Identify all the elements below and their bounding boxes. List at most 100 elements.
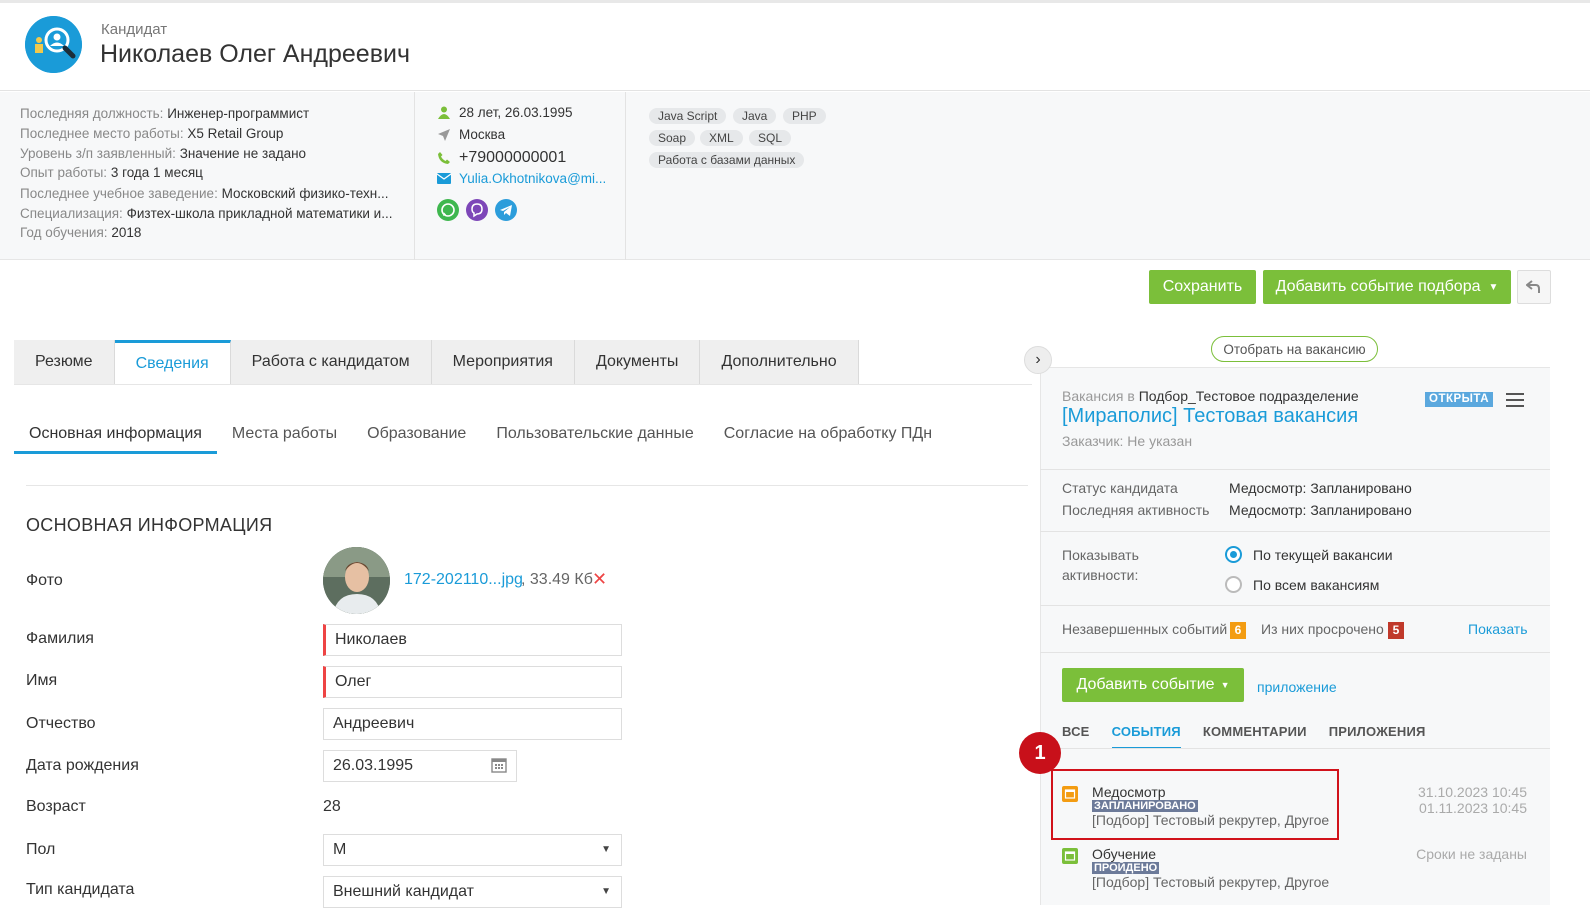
info-row-position: Последняя должность: Инженер-программист [20,106,310,121]
telegram-icon[interactable] [495,199,517,221]
column-divider [625,92,626,260]
overdue-count-badge: 5 [1388,622,1404,639]
whatsapp-icon[interactable] [437,199,459,221]
event-tab-all[interactable]: ВСЕ [1062,724,1090,749]
lastname-label: Фамилия [26,630,94,647]
skill-tag: Java [733,108,777,124]
event-date-start: 31.10.2023 10:45 [1418,784,1527,800]
event-tabs-divider [1040,748,1550,749]
main-tabs: Резюме Сведения Работа с кандидатом Меро… [14,340,859,384]
panel-divider [1040,605,1550,606]
contact-email[interactable]: Yulia.Okhotnikova@mi... [437,171,606,186]
caret-down-icon: ▼ [601,886,611,897]
highlight-number-badge: 1 [1019,732,1061,774]
birthdate-field[interactable]: 26.03.1995 [323,750,517,782]
last-activity-label: Последняя активность [1062,502,1210,518]
subtab-education[interactable]: Образование [352,417,481,454]
radio-all-label: По всем вакансиям [1253,577,1380,593]
info-row-workplace: Последнее место работы: X5 Retail Group [20,126,284,141]
show-link[interactable]: Показать [1468,621,1528,637]
tab-events[interactable]: Мероприятия [431,340,575,384]
attachment-link[interactable]: приложение [1257,679,1337,695]
skill-tag: Работа с базами данных [649,152,805,168]
photo-label: Фото [26,572,63,589]
tab-details[interactable]: Сведения [114,340,231,384]
tab-documents[interactable]: Документы [574,340,701,384]
birthdate-label: Дата рождения [26,757,139,774]
calendar-event-icon [1062,848,1078,864]
middlename-field[interactable]: Андреевич [323,708,622,740]
tab-additional[interactable]: Дополнительно [700,340,859,384]
skill-tag: Soap [649,130,696,146]
candidate-name: Николаев Олег Андреевич [100,40,410,68]
overdue-label: Из них просрочено [1261,621,1384,637]
caret-down-icon: ▼ [1488,281,1499,293]
save-button[interactable]: Сохранить [1149,270,1256,304]
contact-phone[interactable]: +79000000001 [437,149,566,167]
caret-down-icon: ▼ [601,844,611,855]
photo-file-link[interactable]: 172-202110...jpg [404,571,523,589]
add-event-button[interactable]: Добавить событие ▼ [1062,668,1244,702]
vacancy-title-link[interactable]: [Мираполис] Тестовая вакансия [1062,405,1358,428]
undo-button[interactable] [1517,270,1551,304]
middlename-label: Отчество [26,715,96,732]
gender-select[interactable]: М ▼ [323,834,622,866]
type-select[interactable]: Внешний кандидат ▼ [323,876,622,908]
firstname-field[interactable]: Олег [323,666,622,698]
event-tabs: ВСЕ СОБЫТИЯ КОММЕНТАРИИ ПРИЛОЖЕНИЯ [1062,724,1426,749]
event-tab-attachments[interactable]: ПРИЛОЖЕНИЯ [1329,724,1426,749]
last-activity-value: Медосмотр: Запланировано [1229,502,1412,518]
status-label: Статус кандидата [1062,480,1178,496]
age-value: 28 [323,798,341,815]
location-arrow-icon [437,128,451,142]
skill-tag: PHP [783,108,826,124]
unfinished-count-badge: 6 [1230,622,1246,639]
info-row-specialization: Специализация: Физтех-школа прикладной м… [20,206,393,221]
skill-tag: SQL [749,130,792,146]
radio-current-vacancy[interactable] [1225,546,1242,563]
collapse-panel-button[interactable]: › [1024,346,1052,374]
mail-icon [437,172,451,186]
gender-label: Пол [26,841,56,858]
type-label: Тип кандидата [26,881,135,898]
tab-resume[interactable]: Резюме [14,340,115,384]
tab-candidate-work[interactable]: Работа с кандидатом [230,340,432,384]
info-row-study-year: Год обучения: 2018 [20,225,142,240]
subtab-workplaces[interactable]: Места работы [217,417,352,454]
subtab-consent[interactable]: Согласие на обработку ПДн [709,417,947,454]
entity-caption: Кандидат [101,21,168,38]
skill-tag: XML [700,130,743,146]
pick-for-vacancy-button[interactable]: Отобрать на вакансию [1211,336,1378,362]
lastname-field[interactable]: Николаев [323,624,622,656]
show-activity-label-2: активности: [1062,567,1139,583]
menu-icon[interactable] [1506,393,1524,407]
contact-city: Москва [437,127,505,142]
caret-down-icon: ▼ [1220,680,1230,690]
subtab-custom-data[interactable]: Пользовательские данные [481,417,708,454]
event-date-end: 01.11.2023 10:45 [1419,800,1527,816]
unfinished-events-label: Незавершенных событий [1062,621,1228,637]
chevron-right-icon: › [1035,351,1041,368]
event-title[interactable]: Обучение [1092,846,1156,862]
info-row-education: Последнее учебное заведение: Московский … [20,186,389,201]
calendar-icon[interactable] [491,757,507,778]
vacancy-department: Вакансия в Подбор_Тестовое подразделение [1062,388,1359,404]
panel-divider [1040,652,1550,653]
info-row-salary: Уровень з/п заявленный: Значение не зада… [20,146,307,161]
phone-icon [437,151,451,165]
panel-divider [1040,469,1550,470]
candidate-photo [323,547,390,614]
event-tab-comments[interactable]: КОММЕНТАРИИ [1203,724,1307,749]
subtab-main-info[interactable]: Основная информация [14,417,217,454]
photo-file-size: , 33.49 Кб [521,571,593,588]
show-activity-label: Показывать [1062,547,1139,563]
event-tab-events[interactable]: СОБЫТИЯ [1111,724,1181,749]
firstname-label: Имя [26,672,58,689]
skill-tag: Java Script [649,108,727,124]
section-title: ОСНОВНАЯ ИНФОРМАЦИЯ [26,515,273,535]
viber-icon[interactable] [466,199,488,221]
radio-all-vacancies[interactable] [1225,576,1242,593]
add-selection-event-button[interactable]: Добавить событие подбора ▼ [1263,270,1511,304]
vacancy-customer: Заказчик: Не указан [1062,433,1193,449]
delete-photo-icon[interactable]: ✕ [592,569,607,590]
